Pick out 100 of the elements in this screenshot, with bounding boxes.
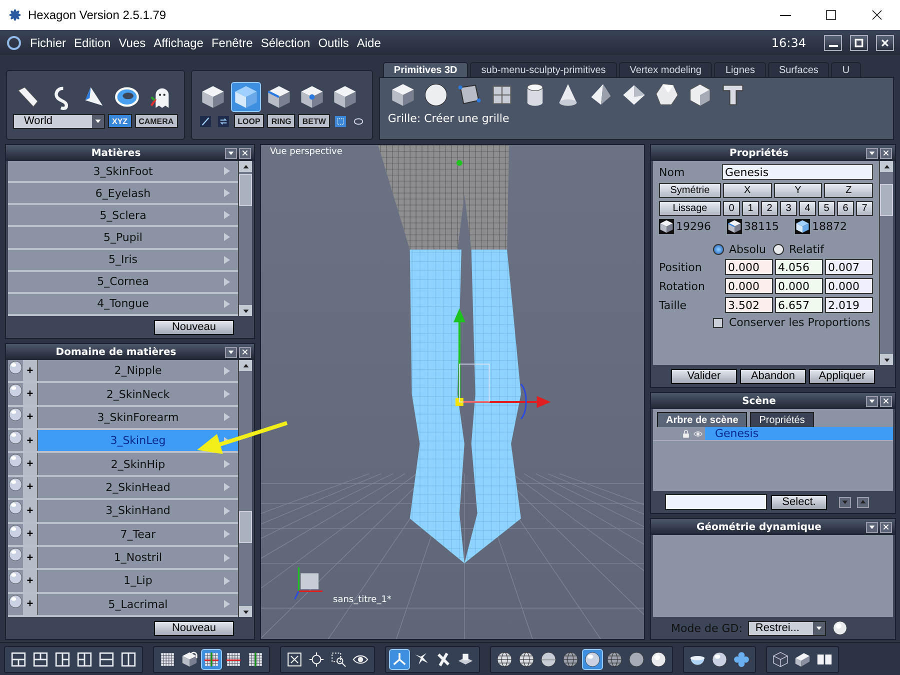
number-field[interactable]: 3.502	[725, 297, 773, 313]
add-button[interactable]: +	[23, 524, 38, 545]
add-button[interactable]: +	[23, 430, 38, 452]
smoothing-button[interactable]: Lissage	[659, 201, 721, 216]
minimize-button[interactable]	[824, 34, 842, 50]
scene-tab[interactable]: Propriétés	[750, 412, 814, 427]
dialog-button[interactable]: Valider	[671, 368, 737, 384]
add-button[interactable]: +	[23, 570, 38, 592]
toolbar-tab[interactable]: sub-menu-sculpty-primitives	[470, 62, 617, 77]
menu-item[interactable]: Aide	[356, 36, 381, 50]
material-item[interactable]: 3_SkinLeg	[38, 430, 238, 452]
close-button[interactable]	[239, 148, 251, 158]
scroll-thumb[interactable]	[239, 174, 252, 206]
menu-item[interactable]: Fichier	[30, 36, 66, 50]
radio-button[interactable]	[773, 244, 784, 255]
menu-item[interactable]: Edition	[74, 36, 111, 50]
toolbar-tab[interactable]: Surfaces	[768, 62, 830, 77]
new-button[interactable]: Nouveau	[154, 620, 234, 636]
scroll-down-button[interactable]	[239, 305, 252, 316]
add-button[interactable]: +	[23, 453, 38, 475]
mode-dropdown[interactable]: Restrei...	[748, 620, 826, 636]
collapse-button[interactable]	[866, 522, 878, 532]
number-field[interactable]: 2.019	[825, 297, 873, 313]
axis-button[interactable]: X	[723, 183, 772, 198]
scene-item[interactable]: Genesis	[705, 427, 893, 440]
scroll-thumb[interactable]	[880, 184, 893, 216]
dialog-button[interactable]: Appliquer	[809, 368, 875, 384]
menu-item[interactable]: Outils	[318, 36, 349, 50]
scrollbar[interactable]	[238, 360, 252, 617]
edge-mode-button[interactable]: RING	[267, 114, 296, 128]
face-tool[interactable]	[230, 82, 261, 112]
grid-xy-tool[interactable]	[201, 648, 222, 670]
move-down-button[interactable]	[839, 496, 851, 508]
add-button[interactable]: +	[23, 476, 38, 498]
close-button[interactable]	[239, 346, 251, 358]
scene-tab[interactable]: Arbre de scène	[657, 412, 748, 427]
toolbar-tab[interactable]: Lignes	[714, 62, 766, 77]
search-field[interactable]	[665, 494, 767, 510]
toolbar-tab[interactable]: U	[831, 62, 861, 77]
camera-button[interactable]: CAMERA	[134, 114, 178, 128]
coordinate-space-dropdown[interactable]: World	[13, 114, 105, 128]
move-gizmo-tool[interactable]	[389, 648, 410, 670]
level-button[interactable]: 2	[761, 201, 778, 216]
maximize-button[interactable]	[850, 34, 868, 50]
collapse-button[interactable]	[866, 148, 878, 158]
scroll-down-button[interactable]	[239, 606, 252, 617]
number-field[interactable]: 4.056	[775, 259, 823, 275]
collapse-button[interactable]	[866, 396, 878, 406]
3d-viewport[interactable]: Vue perspective sans_titre_1*	[260, 144, 645, 640]
pen-tool[interactable]	[198, 114, 213, 128]
marquee-tool[interactable]	[332, 114, 348, 128]
edge-mode-button[interactable]: LOOP	[234, 114, 264, 128]
select-button[interactable]: Select.	[771, 494, 827, 510]
close-button[interactable]	[880, 522, 892, 532]
scroll-up-button[interactable]	[239, 360, 252, 371]
level-button[interactable]: 0	[723, 201, 740, 216]
scrollbar[interactable]	[879, 161, 893, 365]
add-button[interactable]: +	[23, 406, 38, 428]
scrollbar[interactable]	[238, 161, 252, 316]
scroll-down-button[interactable]	[880, 354, 893, 365]
add-button[interactable]: +	[23, 546, 38, 568]
swap-tool[interactable]	[216, 114, 231, 128]
level-button[interactable]: 4	[799, 201, 816, 216]
radio-button[interactable]	[713, 244, 724, 255]
axis-button[interactable]: Y	[774, 183, 822, 198]
add-button[interactable]: +	[23, 360, 38, 382]
close-button[interactable]	[880, 148, 892, 158]
move-up-button[interactable]	[857, 496, 869, 508]
number-field[interactable]: 0.007	[825, 259, 873, 275]
xyz-button[interactable]: XYZ	[108, 114, 132, 128]
scroll-thumb[interactable]	[239, 511, 252, 543]
level-button[interactable]: 6	[837, 201, 854, 216]
level-button[interactable]: 7	[856, 201, 873, 216]
close-button[interactable]	[876, 34, 894, 50]
number-field[interactable]: 0.000	[725, 278, 773, 294]
name-field[interactable]: Genesis	[722, 164, 873, 180]
new-button[interactable]: Nouveau	[154, 320, 234, 334]
level-button[interactable]: 3	[780, 201, 797, 216]
dialog-button[interactable]: Abandon	[740, 368, 806, 384]
menu-item[interactable]: Fenêtre	[211, 36, 253, 50]
level-button[interactable]: 5	[818, 201, 835, 216]
number-field[interactable]: 0.000	[775, 278, 823, 294]
number-field[interactable]: 0.000	[725, 259, 773, 275]
add-button[interactable]: +	[23, 594, 38, 615]
menu-item[interactable]: Affichage	[154, 36, 204, 50]
collapse-button[interactable]	[225, 148, 237, 158]
number-field[interactable]: 0.000	[825, 278, 873, 294]
toolbar-tab[interactable]: Vertex modeling	[618, 62, 712, 77]
number-field[interactable]: 6.657	[775, 297, 823, 313]
symmetry-button[interactable]: Symétrie	[659, 183, 721, 198]
level-button[interactable]: 1	[742, 201, 759, 216]
smooth-sphere-tool[interactable]	[582, 648, 603, 670]
close-button[interactable]	[880, 396, 892, 406]
scroll-up-button[interactable]	[880, 161, 893, 172]
add-button[interactable]: +	[23, 500, 38, 522]
toolbar-tab[interactable]: Primitives 3D	[382, 62, 468, 77]
collapse-button[interactable]	[225, 346, 237, 358]
axis-button[interactable]: Z	[824, 183, 874, 198]
edge-mode-button[interactable]: BETW	[298, 114, 330, 128]
scroll-up-button[interactable]	[239, 161, 252, 172]
